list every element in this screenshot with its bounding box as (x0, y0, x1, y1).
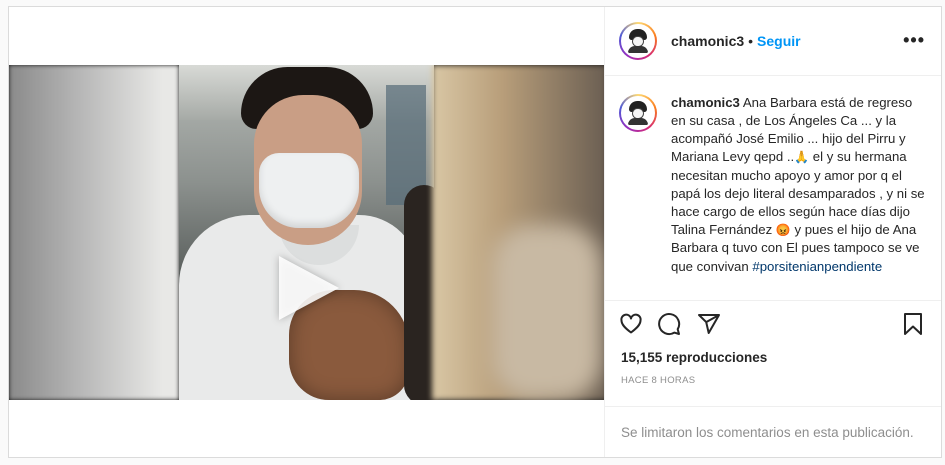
post-timestamp[interactable]: HACE 8 HORAS (605, 369, 941, 408)
header-separator: • (748, 32, 754, 49)
video-blur-right (432, 65, 604, 400)
comment-icon[interactable] (649, 304, 689, 344)
video-player[interactable] (9, 65, 604, 400)
play-icon[interactable] (279, 256, 339, 320)
header-username[interactable]: chamonic3 (671, 33, 744, 49)
more-icon[interactable]: ••• (903, 30, 925, 51)
caption-username[interactable]: chamonic3 (671, 95, 740, 110)
pray-emoji: 🙏 (794, 150, 810, 165)
action-bar (605, 301, 941, 347)
comments-disabled-notice: Se limitaron los comentarios en esta pub… (621, 424, 914, 440)
caption-section: chamonic3 Ana Barbara está de regreso en… (605, 76, 941, 302)
post-header: chamonic3 • Seguir ••• (605, 7, 941, 76)
video-frame (179, 65, 444, 400)
heart-icon[interactable] (619, 304, 649, 344)
post-container: chamonic3 • Seguir ••• chamonic3 Ana Bar… (8, 6, 942, 458)
video-area (9, 7, 605, 457)
video-blur-left (9, 65, 179, 400)
caption-hashtag[interactable]: #porsitenianpendiente (752, 259, 882, 274)
bookmark-icon[interactable] (893, 304, 933, 344)
avatar[interactable] (619, 21, 657, 60)
follow-button[interactable]: Seguir (757, 33, 801, 49)
share-icon[interactable] (689, 304, 729, 344)
view-count[interactable]: 15,155 reproducciones (605, 347, 941, 369)
post-sidebar: chamonic3 • Seguir ••• chamonic3 Ana Bar… (605, 7, 941, 457)
caption-avatar[interactable] (619, 93, 657, 132)
angry-emoji: 😡 (775, 223, 791, 238)
caption-text: chamonic3 Ana Barbara está de regreso en… (671, 94, 925, 300)
